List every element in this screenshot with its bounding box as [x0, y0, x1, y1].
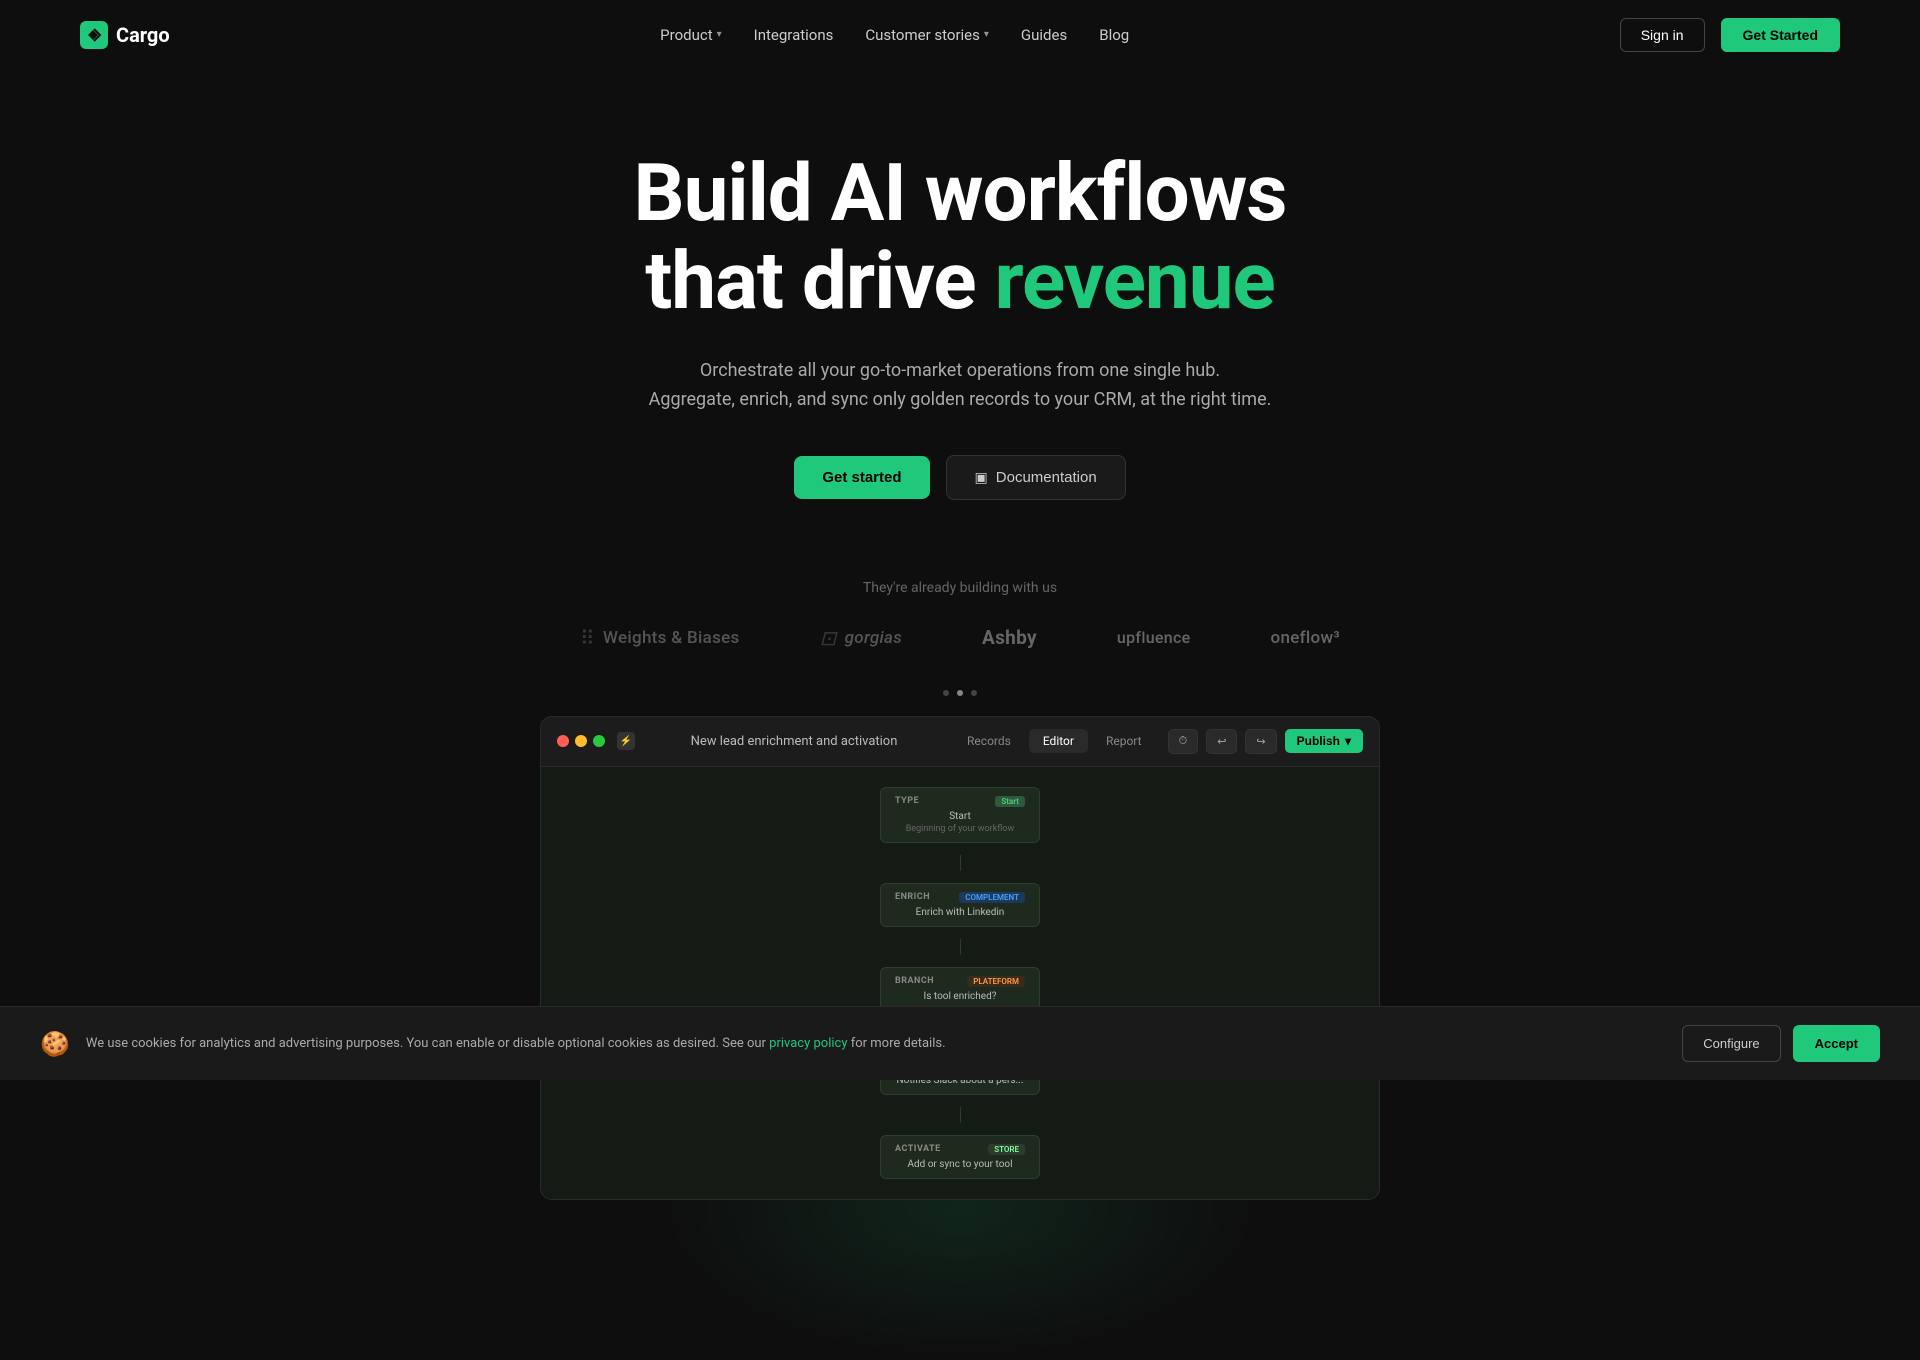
signin-button[interactable]: Sign in [1620, 18, 1705, 52]
chevron-down-icon: ▾ [984, 29, 989, 40]
logo-oneflow: oneflow³ [1271, 628, 1341, 648]
accept-button[interactable]: Accept [1793, 1025, 1880, 1062]
workflow-node-branch[interactable]: Branch PLATEFORM Is tool enriched? [880, 967, 1040, 1011]
dot-2[interactable] [957, 690, 963, 696]
logo-weights-biases: ⠿ Weights & Biases [580, 626, 740, 650]
node-badge: PLATEFORM [967, 976, 1025, 987]
hero-highlight: revenue [994, 234, 1274, 328]
logos-row: ⠿ Weights & Biases ⊡ gorgias Ashby upflu… [20, 626, 1900, 650]
chevron-down-icon: ▾ [717, 29, 722, 40]
tab-records[interactable]: Records [953, 729, 1025, 753]
logos-label: They're already building with us [20, 580, 1900, 596]
logo[interactable]: Cargo [80, 21, 170, 49]
publish-button[interactable]: Publish ▾ [1285, 729, 1363, 753]
workflow-node-activate[interactable]: Activate STORE Add or sync to your tool [880, 1135, 1040, 1179]
node-type-label: Enrich [895, 892, 930, 902]
workflow-node-start[interactable]: Type Start Start Beginning of your workf… [880, 787, 1040, 843]
node-label: Add or sync to your tool [895, 1159, 1025, 1170]
node-type-label: Activate [895, 1144, 941, 1154]
logo-ashby: Ashby [982, 626, 1037, 649]
workflow-canvas[interactable]: Type Start Start Beginning of your workf… [541, 767, 1379, 1199]
history-icon: ⏱ [1179, 735, 1188, 748]
document-icon: ▣ [975, 469, 988, 486]
app-tabs: Records Editor Report [953, 729, 1156, 753]
undo-icon: ↩ [1217, 735, 1226, 748]
traffic-lights [557, 735, 605, 747]
maximize-button[interactable] [593, 735, 605, 747]
undo-button[interactable]: ↩ [1206, 729, 1237, 754]
node-badge: Start [995, 796, 1025, 807]
connector-2 [960, 939, 961, 955]
tab-editor[interactable]: Editor [1029, 729, 1088, 753]
node-type-label: Branch [895, 976, 934, 986]
hero-heading: Build AI workflows that drive revenue [20, 149, 1900, 325]
app-toolbar-right: ⏱ ↩ ↪ Publish ▾ [1168, 729, 1363, 754]
node-desc: Beginning of your workflow [895, 824, 1025, 834]
node-label: Enrich with Linkedin [895, 907, 1025, 918]
cookie-icon: 🍪 [40, 1030, 70, 1058]
nav-actions: Sign in Get Started [1620, 18, 1840, 52]
nav-links: Product ▾ Integrations Customer stories … [660, 26, 1129, 44]
redo-button[interactable]: ↪ [1245, 729, 1276, 754]
close-button[interactable] [557, 735, 569, 747]
app-favicon: ⚡ [617, 732, 635, 750]
dot-3[interactable] [971, 690, 977, 696]
nav-guides[interactable]: Guides [1021, 26, 1067, 44]
weights-biases-icon: ⠿ [580, 626, 595, 650]
nav-blog[interactable]: Blog [1099, 26, 1129, 44]
documentation-button[interactable]: ▣ Documentation [946, 455, 1126, 500]
carousel-dots [20, 690, 1900, 696]
navbar: Cargo Product ▾ Integrations Customer st… [0, 0, 1920, 69]
node-badge: STORE [988, 1144, 1025, 1155]
get-started-nav-button[interactable]: Get Started [1721, 18, 1840, 52]
logos-section: They're already building with us ⠿ Weigh… [20, 580, 1900, 650]
gorgias-icon: ⊡ [820, 626, 837, 650]
logo-upfluence: upfluence [1117, 628, 1191, 647]
node-badge: COMPLEMENT [959, 892, 1025, 903]
nav-customer-stories[interactable]: Customer stories ▾ [865, 26, 989, 44]
connector-4 [960, 1107, 961, 1123]
app-titlebar: ⚡ New lead enrichment and activation Rec… [541, 717, 1379, 767]
logo-gorgias: ⊡ gorgias [820, 626, 902, 650]
chevron-down-icon: ▾ [1345, 734, 1351, 748]
cookie-actions: Configure Accept [1682, 1025, 1880, 1062]
minimize-button[interactable] [575, 735, 587, 747]
configure-button[interactable]: Configure [1682, 1025, 1780, 1062]
app-window-title: New lead enrichment and activation [647, 734, 941, 749]
node-type-label: Type [895, 796, 919, 806]
app-window: ⚡ New lead enrichment and activation Rec… [540, 716, 1380, 1200]
connector-1 [960, 855, 961, 871]
cookie-banner: 🍪 We use cookies for analytics and adver… [0, 1006, 1920, 1080]
cookie-text: We use cookies for analytics and adverti… [86, 1034, 1666, 1054]
node-label: Is tool enriched? [895, 991, 1025, 1002]
hero-buttons: Get started ▣ Documentation [20, 455, 1900, 500]
hero-subtitle: Orchestrate all your go-to-market operat… [20, 357, 1900, 415]
workflow-node-enrich[interactable]: Enrich COMPLEMENT Enrich with Linkedin [880, 883, 1040, 927]
nav-product[interactable]: Product ▾ [660, 26, 721, 44]
get-started-button[interactable]: Get started [794, 456, 929, 499]
dot-1[interactable] [943, 690, 949, 696]
tab-report[interactable]: Report [1092, 729, 1156, 753]
logo-text: Cargo [116, 23, 170, 47]
nav-integrations[interactable]: Integrations [754, 26, 834, 44]
hero-section: Build AI workflows that drive revenue Or… [0, 69, 1920, 1260]
privacy-policy-link[interactable]: privacy policy [769, 1036, 847, 1051]
node-label: Start [895, 811, 1025, 822]
history-button[interactable]: ⏱ [1168, 729, 1199, 754]
redo-icon: ↪ [1256, 735, 1265, 748]
